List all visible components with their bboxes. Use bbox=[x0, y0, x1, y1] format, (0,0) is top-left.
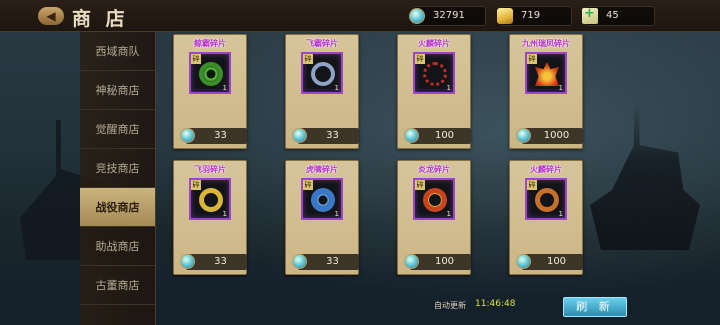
shop-item-card[interactable]: 火麟碎片 碎 1 100 bbox=[509, 160, 583, 275]
item-price: 33 bbox=[214, 256, 227, 267]
shop-item-card[interactable]: 鲸霸碎片 碎 1 33 bbox=[173, 34, 247, 149]
fragment-tag: 碎 bbox=[191, 180, 201, 190]
item-name: 炎龙碎片 bbox=[418, 165, 450, 174]
price-tag[interactable]: 1000 bbox=[516, 128, 583, 144]
item-qty: 1 bbox=[334, 210, 339, 218]
item-icon-frame: 碎 1 bbox=[413, 178, 455, 220]
refresh-button[interactable]: 刷 新 bbox=[563, 297, 627, 317]
sidebar-item-assist[interactable]: 助战商店 bbox=[80, 227, 155, 266]
item-price: 100 bbox=[434, 256, 455, 267]
fragment-tag: 碎 bbox=[191, 54, 201, 64]
item-price: 33 bbox=[326, 256, 339, 267]
fragment-tag: 碎 bbox=[415, 54, 425, 64]
sidebar-item-arena[interactable]: 竞技商店 bbox=[80, 149, 155, 188]
item-icon-frame: 碎 1 bbox=[413, 52, 455, 94]
diamond-icon bbox=[292, 128, 307, 143]
shop-item-card[interactable]: 九州瑞凤碎片 碎 1 1000 bbox=[509, 34, 583, 149]
item-name: 飞羽碎片 bbox=[194, 165, 226, 174]
diamond-counter: 32791 bbox=[409, 6, 486, 26]
price-tag[interactable]: 33 bbox=[292, 254, 359, 270]
diamond-value: 32791 bbox=[433, 10, 465, 21]
shop-item-card[interactable]: 虎啸碎片 碎 1 33 bbox=[285, 160, 359, 275]
item-grid: 鲸霸碎片 碎 1 33 飞霸碎片 碎 1 33 火麟碎片 碎 1 100 九州瑞… bbox=[156, 32, 608, 292]
diamond-icon bbox=[180, 254, 195, 269]
diamond-icon bbox=[292, 254, 307, 269]
sidebar-item-antique[interactable]: 古董商店 bbox=[80, 266, 155, 305]
price-tag[interactable]: 33 bbox=[180, 128, 247, 144]
price-tag[interactable]: 100 bbox=[404, 128, 471, 144]
item-price: 33 bbox=[214, 130, 227, 141]
fragment-tag: 碎 bbox=[415, 180, 425, 190]
shop-item-card[interactable]: 飞羽碎片 碎 1 33 bbox=[173, 160, 247, 275]
fragment-tag: 碎 bbox=[303, 54, 313, 64]
diamond-icon bbox=[180, 128, 195, 143]
stamina-counter: 45 bbox=[582, 5, 655, 26]
silver-bangle-icon bbox=[311, 62, 335, 86]
item-qty: 1 bbox=[558, 84, 563, 92]
item-name: 火麟碎片 bbox=[530, 165, 562, 174]
gold-ring-icon bbox=[199, 188, 223, 212]
item-qty: 1 bbox=[222, 210, 227, 218]
fire-dragon-bracelet-icon bbox=[423, 188, 447, 212]
copper-ring-icon bbox=[535, 188, 559, 212]
item-qty: 1 bbox=[446, 84, 451, 92]
fragment-tag: 碎 bbox=[527, 54, 537, 64]
red-bead-necklace-icon bbox=[423, 62, 447, 86]
sidebar-item-campaign[interactable]: 战役商店 bbox=[80, 188, 155, 227]
item-qty: 1 bbox=[334, 84, 339, 92]
price-tag[interactable]: 33 bbox=[180, 254, 247, 270]
item-icon-frame: 碎 1 bbox=[189, 178, 231, 220]
item-qty: 1 bbox=[446, 210, 451, 218]
gold-value: 719 bbox=[521, 10, 541, 21]
item-icon-frame: 碎 1 bbox=[189, 52, 231, 94]
diamond-icon bbox=[409, 8, 425, 24]
item-name: 虎啸碎片 bbox=[306, 165, 338, 174]
sidebar-item-xiyu[interactable]: 西域商队 bbox=[80, 32, 155, 71]
item-name: 九州瑞凤碎片 bbox=[522, 39, 570, 48]
item-name: 飞霸碎片 bbox=[306, 39, 338, 48]
gold-ingot-icon bbox=[497, 8, 513, 24]
diamond-icon bbox=[516, 254, 531, 269]
gold-counter: 719 bbox=[497, 6, 572, 26]
item-name: 火麟碎片 bbox=[418, 39, 450, 48]
item-qty: 1 bbox=[558, 210, 563, 218]
phoenix-crown-icon bbox=[535, 62, 559, 86]
diamond-icon bbox=[516, 128, 531, 143]
diamond-icon bbox=[404, 254, 419, 269]
auto-refresh-time: 11:46:48 bbox=[475, 299, 516, 309]
shop-item-card[interactable]: 飞霸碎片 碎 1 33 bbox=[285, 34, 359, 149]
sidebar-item-mystery[interactable]: 神秘商店 bbox=[80, 71, 155, 110]
item-icon-frame: 碎 1 bbox=[301, 52, 343, 94]
item-icon-frame: 碎 1 bbox=[525, 52, 567, 94]
price-tag[interactable]: 100 bbox=[516, 254, 583, 270]
item-price: 33 bbox=[326, 130, 339, 141]
item-price: 100 bbox=[434, 130, 455, 141]
item-qty: 1 bbox=[222, 84, 227, 92]
shop-item-card[interactable]: 炎龙碎片 碎 1 100 bbox=[397, 160, 471, 275]
shop-sidebar: 西域商队 神秘商店 觉醒商店 竞技商店 战役商店 助战商店 古董商店 bbox=[80, 32, 156, 325]
item-price: 100 bbox=[546, 256, 567, 267]
blue-dragon-ring-icon bbox=[311, 188, 335, 212]
diamond-icon bbox=[404, 128, 419, 143]
sidebar-item-awaken[interactable]: 觉醒商店 bbox=[80, 110, 155, 149]
fragment-tag: 碎 bbox=[303, 180, 313, 190]
jade-bead-ring-icon bbox=[199, 62, 223, 86]
back-arrow-icon[interactable]: ◀ bbox=[38, 7, 64, 25]
price-tag[interactable]: 100 bbox=[404, 254, 471, 270]
top-bar: ◀ 商 店 32791 719 45 bbox=[0, 0, 720, 32]
shop-item-card[interactable]: 火麟碎片 碎 1 100 bbox=[397, 34, 471, 149]
item-price: 1000 bbox=[543, 130, 570, 141]
item-name: 鲸霸碎片 bbox=[194, 39, 226, 48]
fragment-tag: 碎 bbox=[527, 180, 537, 190]
item-icon-frame: 碎 1 bbox=[525, 178, 567, 220]
stamina-value: 45 bbox=[606, 10, 619, 21]
price-tag[interactable]: 33 bbox=[292, 128, 359, 144]
stamina-scroll-icon bbox=[582, 5, 598, 24]
page-title: 商 店 bbox=[72, 8, 129, 30]
item-icon-frame: 碎 1 bbox=[301, 178, 343, 220]
auto-refresh-label: 自动更新 bbox=[434, 301, 466, 310]
